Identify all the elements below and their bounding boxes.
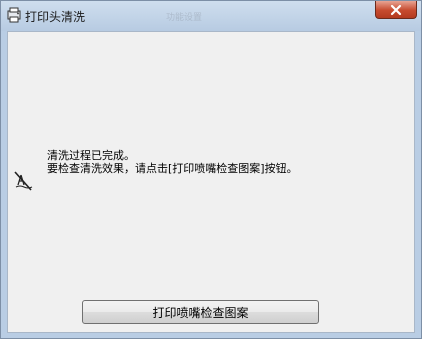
message-line-2: 要检查清洗效果，请点击[打印喷嘴检查图案]按钮。 [47,162,298,175]
dialog-body: 清洗过程已完成。 要检查清洗效果，请点击[打印喷嘴检查图案]按钮。 打印喷嘴检查… [7,31,415,333]
window-title: 打印头清洗 [25,10,86,24]
print-nozzle-check-button[interactable]: 打印喷嘴检查图案 [82,300,319,324]
dialog-window: 打印头清洗 功能设置 清洗过程已完成。 要检查清洗效果，请点击[打印喷嘴检查图案… [0,0,422,339]
completion-message: 清洗过程已完成。 要检查清洗效果，请点击[打印喷嘴检查图案]按钮。 [47,149,298,175]
ghost-title: 功能设置 [166,13,203,23]
message-line-1: 清洗过程已完成。 [47,149,135,162]
close-icon [390,4,402,15]
close-button[interactable] [375,1,417,19]
title-bar[interactable]: 打印头清洗 功能设置 [1,1,421,31]
printer-app-icon [5,6,23,24]
nozzle-clean-icon [12,168,34,194]
